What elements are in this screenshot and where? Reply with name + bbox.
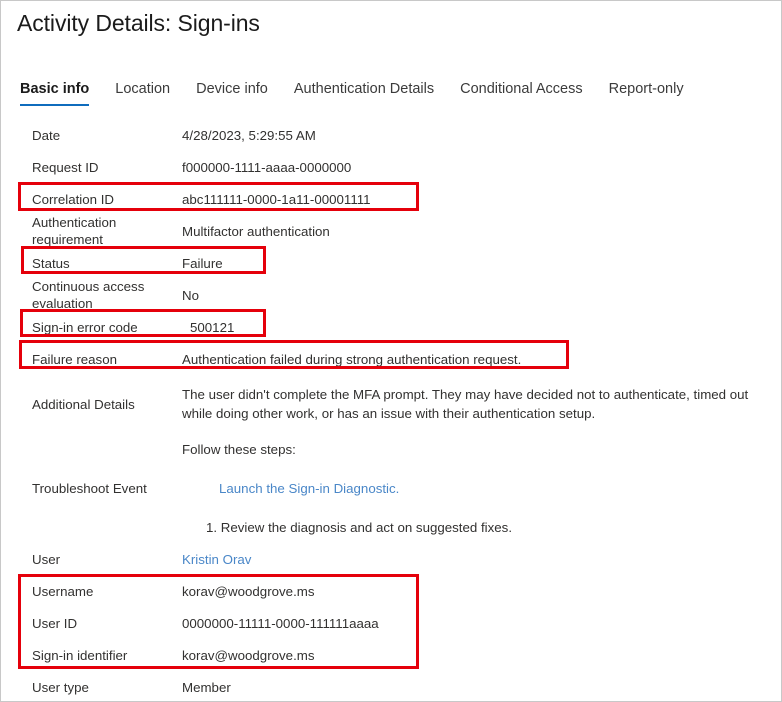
details-list: Date 4/28/2023, 5:29:55 AM Request ID f0…: [1, 119, 782, 702]
row-label: User: [1, 551, 182, 568]
row-authentication-requirement: Authentication requirement Multifactor a…: [1, 215, 782, 247]
row-label: Authentication requirement: [1, 214, 182, 248]
row-value: Authentication failed during strong auth…: [182, 350, 782, 369]
tab-label: Device info: [196, 81, 268, 97]
tab-label: Report-only: [609, 81, 684, 97]
row-signin-error-code: Sign-in error code 500121: [1, 311, 782, 343]
tab-conditional-access[interactable]: Conditional Access: [460, 81, 583, 106]
row-value: 0000000-11111-0000-111111aaaa: [182, 614, 782, 633]
row-label: Correlation ID: [1, 191, 182, 208]
troubleshoot-step-1: 1. Review the diagnosis and act on sugge…: [182, 518, 769, 537]
row-additional-details: Additional Details The user didn't compl…: [1, 375, 782, 433]
row-label: Continuous access evaluation: [1, 278, 182, 312]
row-value: 4/28/2023, 5:29:55 AM: [182, 126, 782, 145]
row-label: Sign-in identifier: [1, 647, 182, 664]
row-correlation-id: Correlation ID abc111111-0000-1a11-00001…: [1, 183, 782, 215]
tab-label: Basic info: [20, 81, 89, 97]
row-failure-reason: Failure reason Authentication failed dur…: [1, 343, 782, 375]
tab-label: Location: [115, 81, 170, 97]
row-value: The user didn't complete the MFA prompt.…: [182, 385, 782, 423]
row-value: Follow these steps: Launch the Sign-in D…: [182, 439, 782, 537]
signin-diagnostic-link[interactable]: Launch the Sign-in Diagnostic.: [182, 479, 769, 498]
row-label: Failure reason: [1, 351, 182, 368]
row-label: User ID: [1, 615, 182, 632]
row-troubleshoot-event: Troubleshoot Event Follow these steps: L…: [1, 433, 782, 543]
row-value: Multifactor authentication: [182, 222, 782, 241]
tab-bar: Basic info Location Device info Authenti…: [20, 81, 684, 106]
row-request-id: Request ID f000000-1111-aaaa-0000000: [1, 151, 782, 183]
tab-device-info[interactable]: Device info: [196, 81, 268, 106]
row-label: Status: [1, 255, 182, 272]
activity-details-panel: Activity Details: Sign-ins Basic info Lo…: [0, 0, 782, 702]
row-label: Troubleshoot Event: [1, 480, 182, 497]
row-date: Date 4/28/2023, 5:29:55 AM: [1, 119, 782, 151]
additional-details-line-1: The user didn't complete the MFA prompt.…: [182, 385, 769, 404]
row-value: korav@woodgrove.ms: [182, 582, 782, 601]
row-value: Kristin Orav: [182, 550, 782, 569]
row-label: Date: [1, 127, 182, 144]
tab-label: Authentication Details: [294, 81, 434, 97]
tab-report-only[interactable]: Report-only: [609, 81, 684, 106]
row-user-id: User ID 0000000-11111-0000-111111aaaa: [1, 607, 782, 639]
tab-label: Conditional Access: [460, 81, 583, 97]
row-user-type: User type Member: [1, 671, 782, 702]
row-continuous-access-evaluation: Continuous access evaluation No: [1, 279, 782, 311]
user-link[interactable]: Kristin Orav: [182, 552, 251, 567]
row-signin-identifier: Sign-in identifier korav@woodgrove.ms: [1, 639, 782, 671]
troubleshoot-intro: Follow these steps:: [182, 440, 769, 459]
signin-diagnostic-link-label: Launch the Sign-in Diagnostic.: [219, 481, 399, 496]
row-label: Additional Details: [1, 396, 182, 413]
tab-authentication-details[interactable]: Authentication Details: [294, 81, 434, 106]
row-value: No: [182, 286, 782, 305]
page-title: Activity Details: Sign-ins: [17, 10, 260, 37]
additional-details-line-2: while doing other work, or has an issue …: [182, 404, 769, 423]
row-value: Member: [182, 678, 782, 697]
row-value: 500121: [182, 318, 782, 337]
row-value: abc111111-0000-1a11-00001111: [182, 190, 782, 209]
row-label: Username: [1, 583, 182, 600]
tab-basic-info[interactable]: Basic info: [20, 81, 89, 106]
row-status: Status Failure: [1, 247, 782, 279]
tab-location[interactable]: Location: [115, 81, 170, 106]
row-label: Sign-in error code: [1, 319, 182, 336]
row-value: Failure: [182, 254, 782, 273]
row-username: Username korav@woodgrove.ms: [1, 575, 782, 607]
row-value: f000000-1111-aaaa-0000000: [182, 158, 782, 177]
row-label: User type: [1, 679, 182, 696]
row-label: Request ID: [1, 159, 182, 176]
row-user: User Kristin Orav: [1, 543, 782, 575]
row-value: korav@woodgrove.ms: [182, 646, 782, 665]
